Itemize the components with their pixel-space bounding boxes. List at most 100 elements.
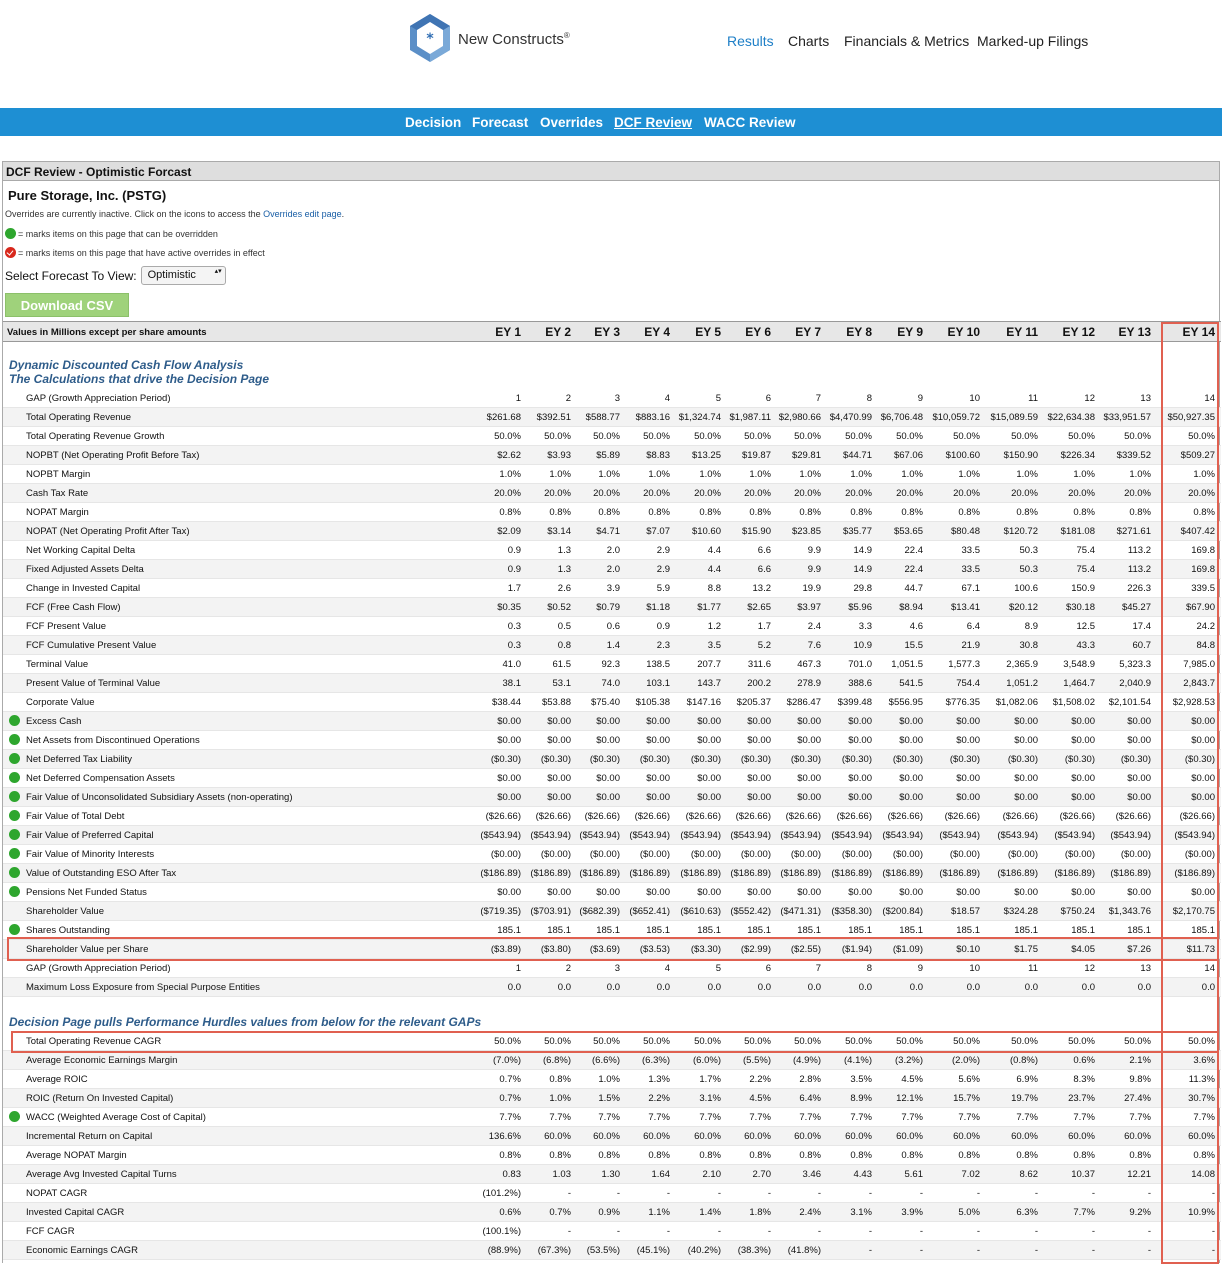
cell-value: ($543.94) — [1174, 830, 1215, 841]
row-label: Average NOPAT Margin — [26, 1150, 127, 1161]
row-label: Net Deferred Tax Liability — [26, 754, 132, 765]
tab-wacc-review[interactable]: WACC Review — [704, 115, 796, 130]
cell-value: - — [1211, 1226, 1215, 1237]
table-row: Shareholder Value per Share ($3.89) ($3.80… — [3, 940, 1221, 959]
row-label: Fixed Adjusted Assets Delta — [26, 564, 144, 575]
cell-value: $0.00 — [1127, 773, 1151, 784]
cell-value: 24.2 — [1196, 621, 1216, 632]
row-label: Net Working Capital Delta — [26, 545, 136, 556]
cell-value: 5,323.3 — [1119, 659, 1151, 670]
row-label: FCF CAGR — [26, 1226, 75, 1237]
table-row: Net Deferred Tax Liability ($0.30) ($0.30)… — [3, 750, 1221, 769]
table-row: Excess Cash $0.00 $0.00 $0.00 $0.00 $0.00 $0.0… — [3, 712, 1221, 731]
table-row: Shares Outstanding 185.1 185.1 185.1 185.1 18… — [3, 921, 1221, 940]
green-dot-icon — [5, 228, 16, 239]
top-nav: Results Charts Financials & Metrics Mark… — [0, 33, 1222, 53]
row-label: Value of Outstanding ESO After Tax — [26, 868, 177, 879]
nav-financials-metrics[interactable]: Financials & Metrics — [844, 33, 969, 49]
override-dot-icon[interactable] — [9, 810, 20, 821]
cell-value: 60.0% — [1124, 1131, 1151, 1142]
override-dot-icon[interactable] — [9, 715, 20, 726]
table-row: FCF CAGR (100.1%) - - - - - - - - - - - - - — [3, 1222, 1221, 1241]
download-csv-button[interactable]: Download CSV — [5, 293, 129, 317]
sub-nav-bar: Decision Forecast Overrides DCF Review W… — [0, 108, 1222, 136]
table-row: Present Value of Terminal Value 38.1 53.1 7… — [3, 674, 1221, 693]
cell-value: ($0.30) — [1184, 754, 1215, 765]
override-dot-icon[interactable] — [9, 1111, 20, 1122]
tab-overrides[interactable]: Overrides — [540, 115, 603, 130]
cell-value: $0.00 — [1191, 735, 1215, 746]
override-dot-icon[interactable] — [9, 886, 20, 897]
row-label: Economic Earnings CAGR — [26, 1245, 138, 1256]
row-label: Shareholder Value — [26, 906, 104, 917]
nav-results[interactable]: Results — [727, 33, 774, 49]
section-heading-line: The Calculations that drive the Decision… — [9, 372, 270, 386]
forecast-select[interactable]: Optimistic — [140, 266, 226, 285]
column-header: EY 14 — [1182, 325, 1215, 339]
tab-decision[interactable]: Decision — [405, 115, 461, 130]
cell-value: 30.7% — [1188, 1093, 1215, 1104]
cell-value: 14.08 — [1191, 1169, 1215, 1180]
table-header: Values in Millions except per share amou… — [3, 322, 1221, 342]
overrides-edit-link[interactable]: Overrides edit page — [263, 209, 342, 219]
column-header: EY 7 — [795, 325, 821, 339]
cell-value: - — [1147, 1245, 1151, 1256]
tab-dcf-review[interactable]: DCF Review — [614, 115, 692, 130]
table-row: Invested Capital CAGR 0.6% 0.7% 0.9% 1.1% 1.4… — [3, 1203, 1221, 1222]
overrides-note: Overrides are currently inactive. Click … — [5, 209, 345, 219]
override-dot-icon[interactable] — [9, 734, 20, 745]
column-header: EY 10 — [947, 325, 980, 339]
override-dot-icon[interactable] — [9, 791, 20, 802]
cell-value: 2,843.7 — [1183, 678, 1215, 689]
nav-marked-up-filings[interactable]: Marked-up Filings — [977, 33, 1088, 49]
cell-value: 113.2 — [1127, 564, 1151, 575]
override-dot-icon[interactable] — [9, 924, 20, 935]
row-label: FCF (Free Cash Flow) — [26, 602, 121, 613]
cell-value: 0.0 — [1201, 982, 1215, 993]
cell-value: $2,101.54 — [1108, 697, 1151, 708]
table-row: NOPBT Margin 1.0% 1.0% 1.0% 1.0% 1.0% 1.0% 1.0%… — [3, 465, 1221, 484]
cell-value: - — [1147, 1188, 1151, 1199]
cell-value: ($186.89) — [1174, 868, 1215, 879]
cell-value: 3.6% — [1193, 1055, 1215, 1066]
override-dot-icon[interactable] — [9, 829, 20, 840]
override-dot-icon[interactable] — [9, 753, 20, 764]
table-row: NOPAT CAGR (101.2%) - - - - - - - - - - - - - — [3, 1184, 1221, 1203]
column-header: EY 5 — [695, 325, 721, 339]
cell-value: $0.00 — [1127, 716, 1151, 727]
company-name: Pure Storage, Inc. (PSTG) — [8, 188, 167, 203]
table-row: WACC (Weighted Average Cost of Capital) 7… — [3, 1108, 1221, 1127]
row-label: Excess Cash — [26, 716, 82, 727]
table-row: Total Operating Revenue CAGR 50.0% 50.0% 50… — [3, 1032, 1221, 1051]
cell-value: 226.3 — [1127, 583, 1151, 594]
cell-value: 7.7% — [1193, 1112, 1215, 1123]
cell-value: 60.0% — [1188, 1131, 1215, 1142]
cell-value: 0.8% — [1129, 1150, 1151, 1161]
table-row: NOPAT Margin 0.8% 0.8% 0.8% 0.8% 0.8% 0.8% 0.8%… — [3, 503, 1221, 522]
table-row: Fair Value of Preferred Capital ($543.94)… — [3, 826, 1221, 845]
legend-active-override: = marks items on this page that have act… — [5, 247, 265, 258]
cell-value: 10.9% — [1188, 1207, 1215, 1218]
override-dot-icon[interactable] — [9, 867, 20, 878]
column-header: EY 2 — [545, 325, 571, 339]
cell-value: 17.4 — [1132, 621, 1152, 632]
row-label: NOPBT (Net Operating Profit Before Tax) — [26, 450, 200, 461]
section-heading: Dynamic Discounted Cash Flow Analysis The… — [9, 358, 269, 386]
cell-value: 0.0 — [1137, 982, 1151, 993]
column-header: EY 11 — [1006, 325, 1038, 339]
table-row: Incremental Return on Capital 136.6% 60.0%… — [3, 1127, 1221, 1146]
table-row: GAP (Growth Appreciation Period) 1 2 3 4 5 6 7 8… — [3, 389, 1221, 408]
cell-value: $509.27 — [1180, 450, 1215, 461]
tab-forecast[interactable]: Forecast — [472, 115, 528, 130]
override-dot-icon[interactable] — [9, 772, 20, 783]
row-label: FCF Present Value — [26, 621, 107, 632]
nav-charts[interactable]: Charts — [788, 33, 829, 49]
cell-value: 7,985.0 — [1183, 659, 1215, 670]
column-header: EY 9 — [897, 325, 923, 339]
table-row: Average ROIC 0.7% 0.8% 1.0% 1.3% 1.7% 2.2% 2.8%… — [3, 1070, 1221, 1089]
cell-value: 113.2 — [1127, 545, 1151, 556]
override-dot-icon[interactable] — [9, 848, 20, 859]
row-label: Total Operating Revenue Growth — [26, 431, 165, 442]
cell-value: 9.2% — [1129, 1207, 1151, 1218]
table-row: FCF Cumulative Present Value 0.3 0.8 1.4 2.3… — [3, 636, 1221, 655]
